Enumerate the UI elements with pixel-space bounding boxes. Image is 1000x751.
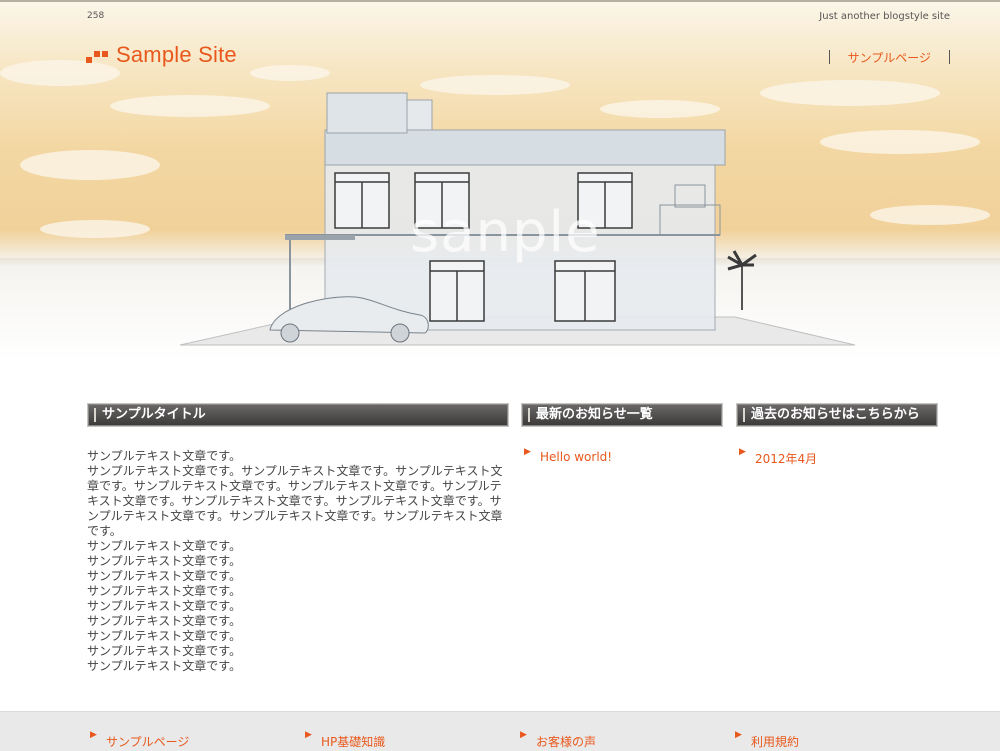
footer-link-terms[interactable]: ▶ 利用規約: [735, 730, 800, 750]
paragraph: サンプルテキスト文章です。サンプルテキスト文章です。サンプルテキスト文章です。サ…: [87, 464, 503, 538]
archive-title-bar: 過去のお知らせはこちらから: [736, 403, 938, 427]
footer-link-label: 利用規約: [751, 735, 800, 749]
news-item[interactable]: ▶ Hello world!: [524, 447, 613, 465]
footer-link-label: HP基礎知識: [321, 735, 386, 749]
paragraph: サンプルテキスト文章です。: [87, 554, 242, 568]
arrow-right-icon: ▶: [735, 730, 742, 740]
arrow-right-icon: ▶: [524, 447, 531, 457]
arrow-right-icon: ▶: [305, 730, 312, 740]
footer: ▶ サンプルページ ▶ HP基礎知識 ▶ お客様の声 ▶ 利用規約: [0, 711, 1000, 751]
site-logo[interactable]: Sample Site: [86, 41, 237, 69]
paragraph: サンプルテキスト文章です。: [87, 659, 242, 673]
paragraph: サンプルテキスト文章です。: [87, 629, 242, 643]
sample-watermark: sanple: [410, 200, 601, 265]
paragraph: サンプルテキスト文章です。: [87, 449, 242, 463]
archive-item[interactable]: ▶ 2012年4月: [739, 447, 818, 467]
logo-icon: [86, 45, 110, 65]
archive-item-label: 2012年4月: [755, 452, 818, 466]
footer-link-hp-basics[interactable]: ▶ HP基礎知識: [305, 730, 386, 750]
site-title: Sample Site: [116, 42, 237, 67]
footer-link-testimonials[interactable]: ▶ お客様の声: [520, 730, 597, 750]
paragraph: サンプルテキスト文章です。: [87, 539, 242, 553]
main-content: サンプルテキスト文章です。 サンプルテキスト文章です。サンプルテキスト文章です。…: [87, 449, 509, 674]
nav-link-sample-page[interactable]: サンプルページ: [830, 49, 949, 66]
news-title-bar: 最新のお知らせ一覧: [521, 403, 723, 427]
archive-title: 過去のお知らせはこちらから: [751, 407, 920, 422]
arrow-right-icon: ▶: [90, 730, 97, 740]
main-title-bar: サンプルタイトル: [87, 403, 509, 427]
footer-link-label: サンプルページ: [106, 735, 190, 749]
top-navigation: サンプルページ: [828, 48, 950, 66]
paragraph: サンプルテキスト文章です。: [87, 599, 242, 613]
post-number: 258: [87, 11, 105, 21]
footer-link-label: お客様の声: [536, 735, 597, 749]
paragraph: サンプルテキスト文章です。: [87, 584, 242, 598]
arrow-right-icon: ▶: [520, 730, 527, 740]
nav-divider: [949, 50, 950, 64]
top-border: [0, 0, 1000, 2]
footer-link-sample-page[interactable]: ▶ サンプルページ: [90, 730, 190, 750]
paragraph: サンプルテキスト文章です。: [87, 614, 242, 628]
site-tagline: Just another blogstyle site: [819, 11, 950, 22]
paragraph: サンプルテキスト文章です。: [87, 569, 242, 583]
main-title: サンプルタイトル: [102, 407, 206, 422]
arrow-right-icon: ▶: [739, 447, 746, 457]
news-title: 最新のお知らせ一覧: [536, 407, 653, 422]
paragraph: サンプルテキスト文章です。: [87, 644, 242, 658]
news-item-label: Hello world!: [540, 450, 613, 464]
